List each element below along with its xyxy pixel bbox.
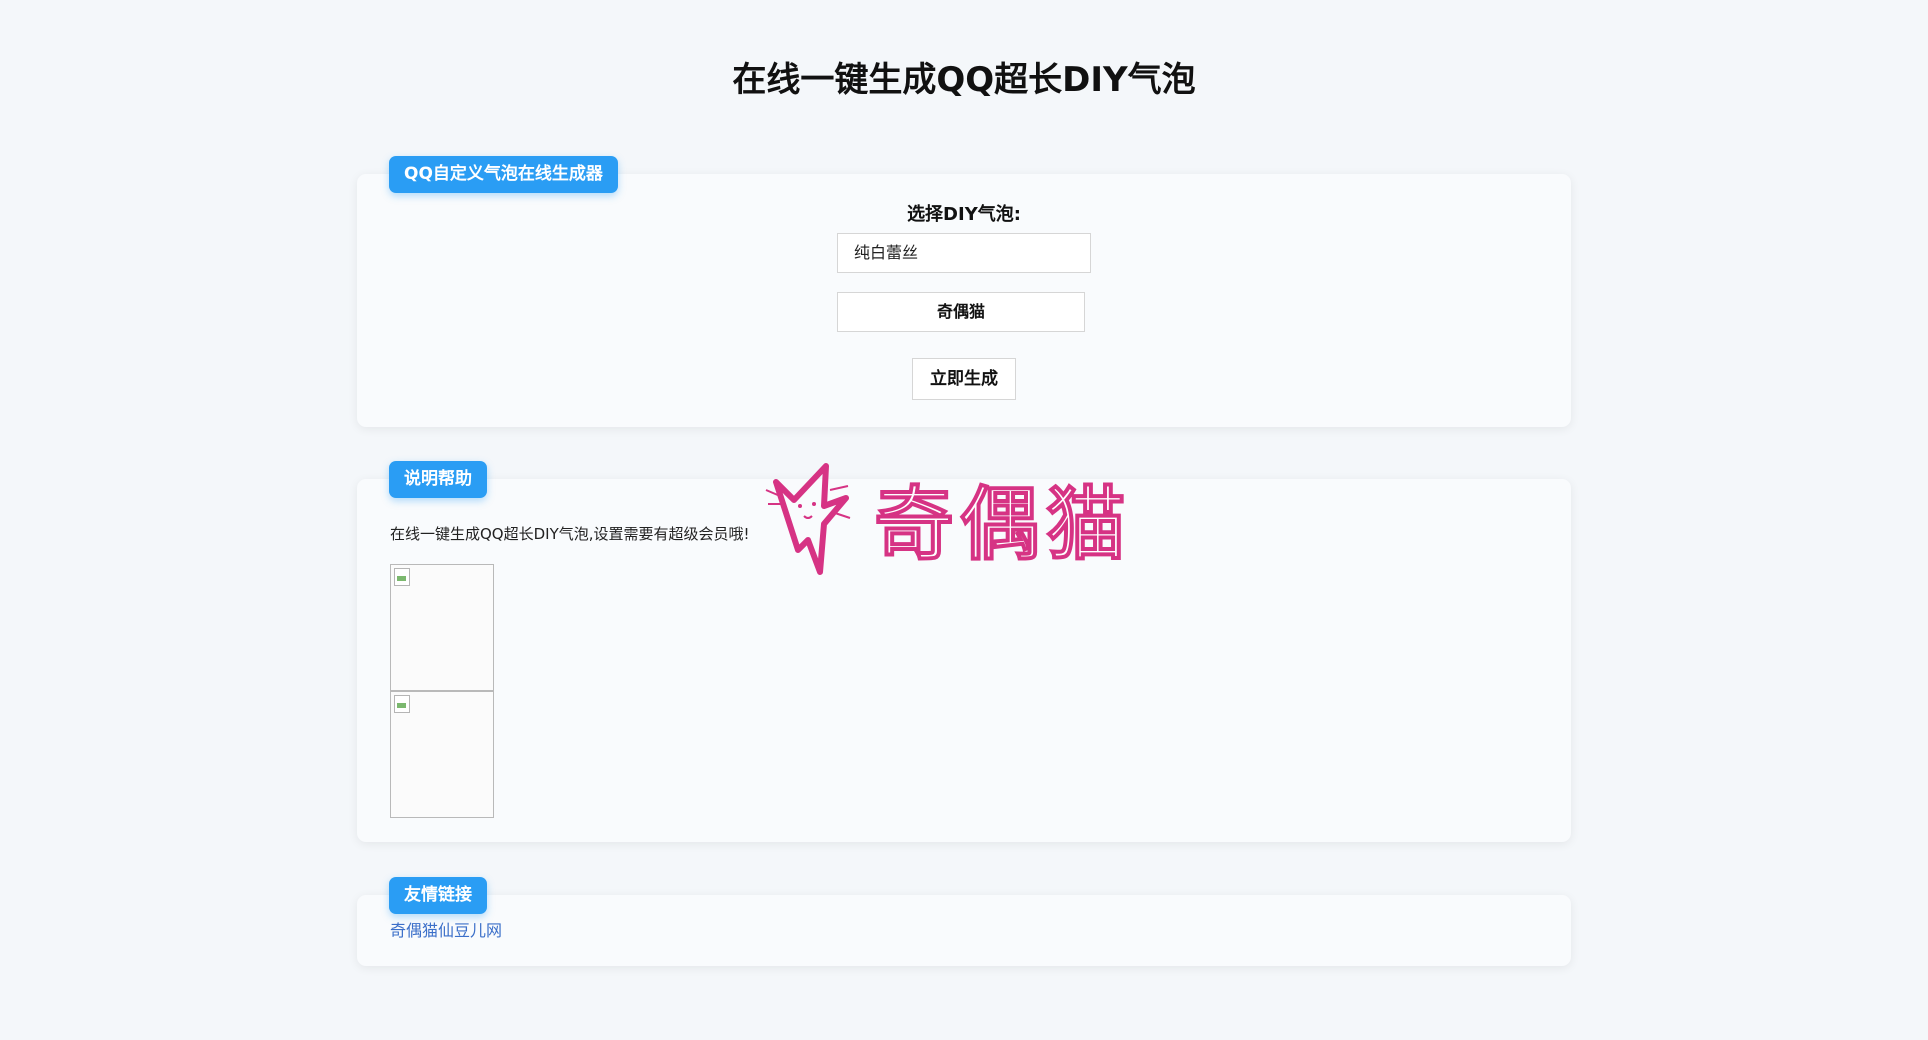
generator-card: QQ自定义气泡在线生成器 选择DIY气泡: 纯白蕾丝 奇偶猫 立即生成 [357,156,1571,427]
bubble-select-label: 选择DIY气泡: [907,204,1021,225]
help-text: 在线一键生成QQ超长DIY气泡,设置需要有超级会员哦! [390,525,750,543]
broken-image-icon [394,568,410,586]
watermark-text: 奇偶猫 [874,478,1132,571]
help-image-broken [390,564,494,691]
bubble-select[interactable]: 纯白蕾丝 [837,233,1091,273]
help-image-broken [390,691,494,818]
friend-links-card: 友情链接 奇偶猫仙豆儿网 [357,877,1571,966]
name-input[interactable]: 奇偶猫 [837,292,1085,332]
broken-image-icon [394,695,410,713]
help-card-tag: 说明帮助 [389,461,487,498]
friend-link[interactable]: 奇偶猫仙豆儿网 [390,917,502,941]
generator-card-tag: QQ自定义气泡在线生成器 [389,156,618,193]
generate-button[interactable]: 立即生成 [912,358,1016,400]
cat-logo-icon [765,463,851,575]
page-title: 在线一键生成QQ超长DIY气泡 [732,60,1196,100]
friend-links-card-tag: 友情链接 [389,877,487,914]
watermark-logo: 奇偶猫 [765,463,1132,575]
